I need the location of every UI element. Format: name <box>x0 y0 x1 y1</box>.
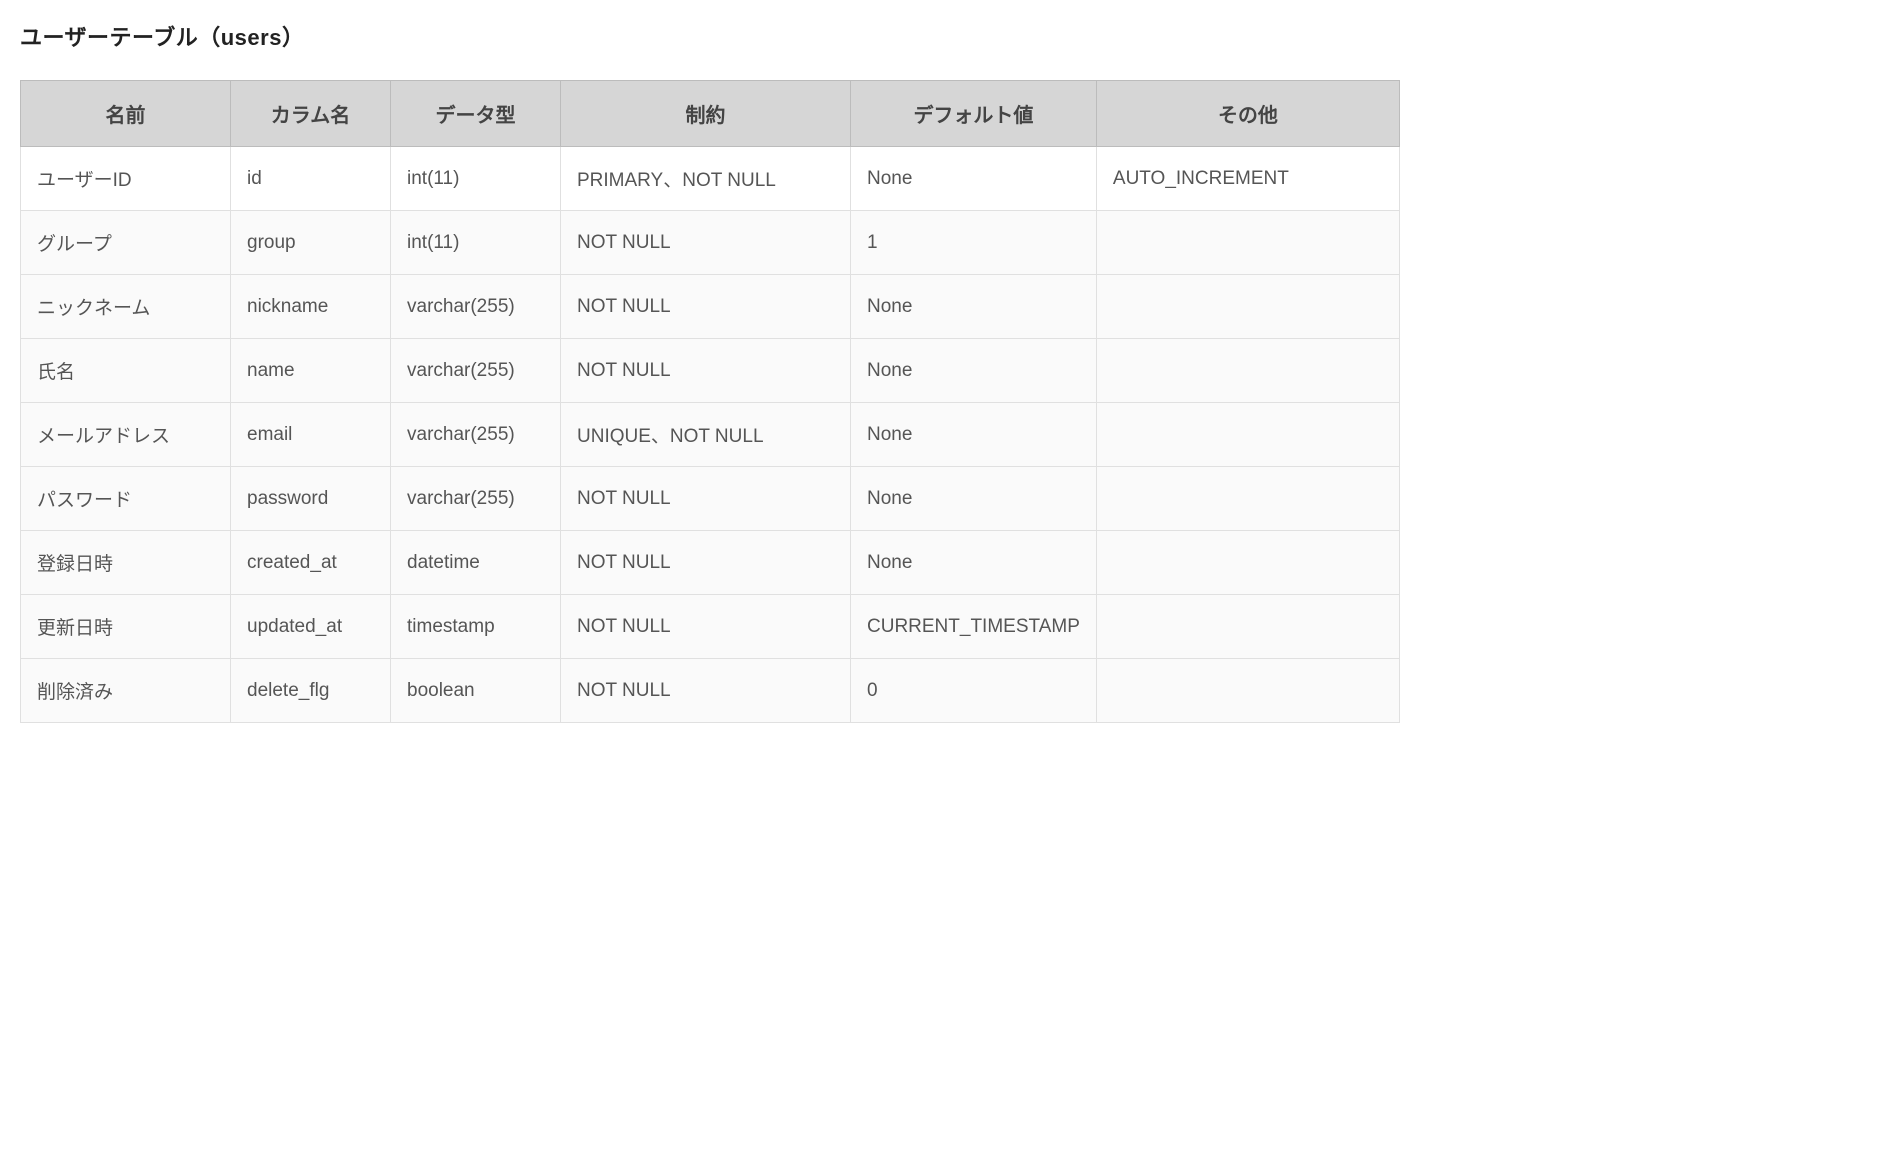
cell-constraint: NOT NULL <box>561 211 851 275</box>
cell-type: timestamp <box>391 595 561 659</box>
cell-constraint: PRIMARY、NOT NULL <box>561 147 851 211</box>
table-row: グループgroupint(11)NOT NULL1 <box>21 211 1400 275</box>
cell-name: ニックネーム <box>21 275 231 339</box>
cell-column: updated_at <box>231 595 391 659</box>
header-type: データ型 <box>391 81 561 147</box>
cell-constraint: NOT NULL <box>561 659 851 723</box>
table-row: 更新日時updated_attimestampNOT NULLCURRENT_T… <box>21 595 1400 659</box>
cell-other <box>1096 403 1399 467</box>
cell-type: varchar(255) <box>391 403 561 467</box>
cell-default: CURRENT_TIMESTAMP <box>851 595 1097 659</box>
cell-name: 削除済み <box>21 659 231 723</box>
cell-other <box>1096 595 1399 659</box>
cell-other <box>1096 531 1399 595</box>
cell-column: name <box>231 339 391 403</box>
cell-default: 1 <box>851 211 1097 275</box>
cell-default: 0 <box>851 659 1097 723</box>
table-row: 登録日時created_atdatetimeNOT NULLNone <box>21 531 1400 595</box>
cell-name: メールアドレス <box>21 403 231 467</box>
cell-constraint: NOT NULL <box>561 339 851 403</box>
cell-column: password <box>231 467 391 531</box>
cell-type: int(11) <box>391 211 561 275</box>
cell-default: None <box>851 147 1097 211</box>
cell-default: None <box>851 467 1097 531</box>
cell-other <box>1096 659 1399 723</box>
header-constraint: 制約 <box>561 81 851 147</box>
cell-constraint: NOT NULL <box>561 531 851 595</box>
cell-constraint: NOT NULL <box>561 467 851 531</box>
cell-column: created_at <box>231 531 391 595</box>
table-row: パスワードpasswordvarchar(255)NOT NULLNone <box>21 467 1400 531</box>
cell-type: varchar(255) <box>391 339 561 403</box>
header-default: デフォルト値 <box>851 81 1097 147</box>
header-name: 名前 <box>21 81 231 147</box>
cell-type: boolean <box>391 659 561 723</box>
table-header-row: 名前 カラム名 データ型 制約 デフォルト値 その他 <box>21 81 1400 147</box>
cell-default: None <box>851 339 1097 403</box>
cell-default: None <box>851 403 1097 467</box>
cell-name: グループ <box>21 211 231 275</box>
cell-column: email <box>231 403 391 467</box>
cell-type: varchar(255) <box>391 275 561 339</box>
cell-name: 更新日時 <box>21 595 231 659</box>
cell-column: delete_flg <box>231 659 391 723</box>
cell-default: None <box>851 531 1097 595</box>
cell-name: 氏名 <box>21 339 231 403</box>
cell-other <box>1096 339 1399 403</box>
header-other: その他 <box>1096 81 1399 147</box>
cell-type: varchar(255) <box>391 467 561 531</box>
users-schema-table: 名前 カラム名 データ型 制約 デフォルト値 その他 ユーザーIDidint(1… <box>20 80 1400 723</box>
cell-column: id <box>231 147 391 211</box>
table-row: 削除済みdelete_flgbooleanNOT NULL0 <box>21 659 1400 723</box>
cell-name: ユーザーID <box>21 147 231 211</box>
table-row: ニックネームnicknamevarchar(255)NOT NULLNone <box>21 275 1400 339</box>
cell-type: datetime <box>391 531 561 595</box>
table-row: ユーザーIDidint(11)PRIMARY、NOT NULLNoneAUTO_… <box>21 147 1400 211</box>
table-row: メールアドレスemailvarchar(255)UNIQUE、NOT NULLN… <box>21 403 1400 467</box>
cell-default: None <box>851 275 1097 339</box>
table-title: ユーザーテーブル（users） <box>20 20 1882 52</box>
header-column: カラム名 <box>231 81 391 147</box>
cell-constraint: NOT NULL <box>561 595 851 659</box>
cell-type: int(11) <box>391 147 561 211</box>
cell-name: パスワード <box>21 467 231 531</box>
cell-name: 登録日時 <box>21 531 231 595</box>
table-row: 氏名namevarchar(255)NOT NULLNone <box>21 339 1400 403</box>
cell-constraint: NOT NULL <box>561 275 851 339</box>
cell-other <box>1096 275 1399 339</box>
cell-other <box>1096 467 1399 531</box>
cell-column: nickname <box>231 275 391 339</box>
cell-other <box>1096 211 1399 275</box>
cell-column: group <box>231 211 391 275</box>
cell-constraint: UNIQUE、NOT NULL <box>561 403 851 467</box>
cell-other: AUTO_INCREMENT <box>1096 147 1399 211</box>
